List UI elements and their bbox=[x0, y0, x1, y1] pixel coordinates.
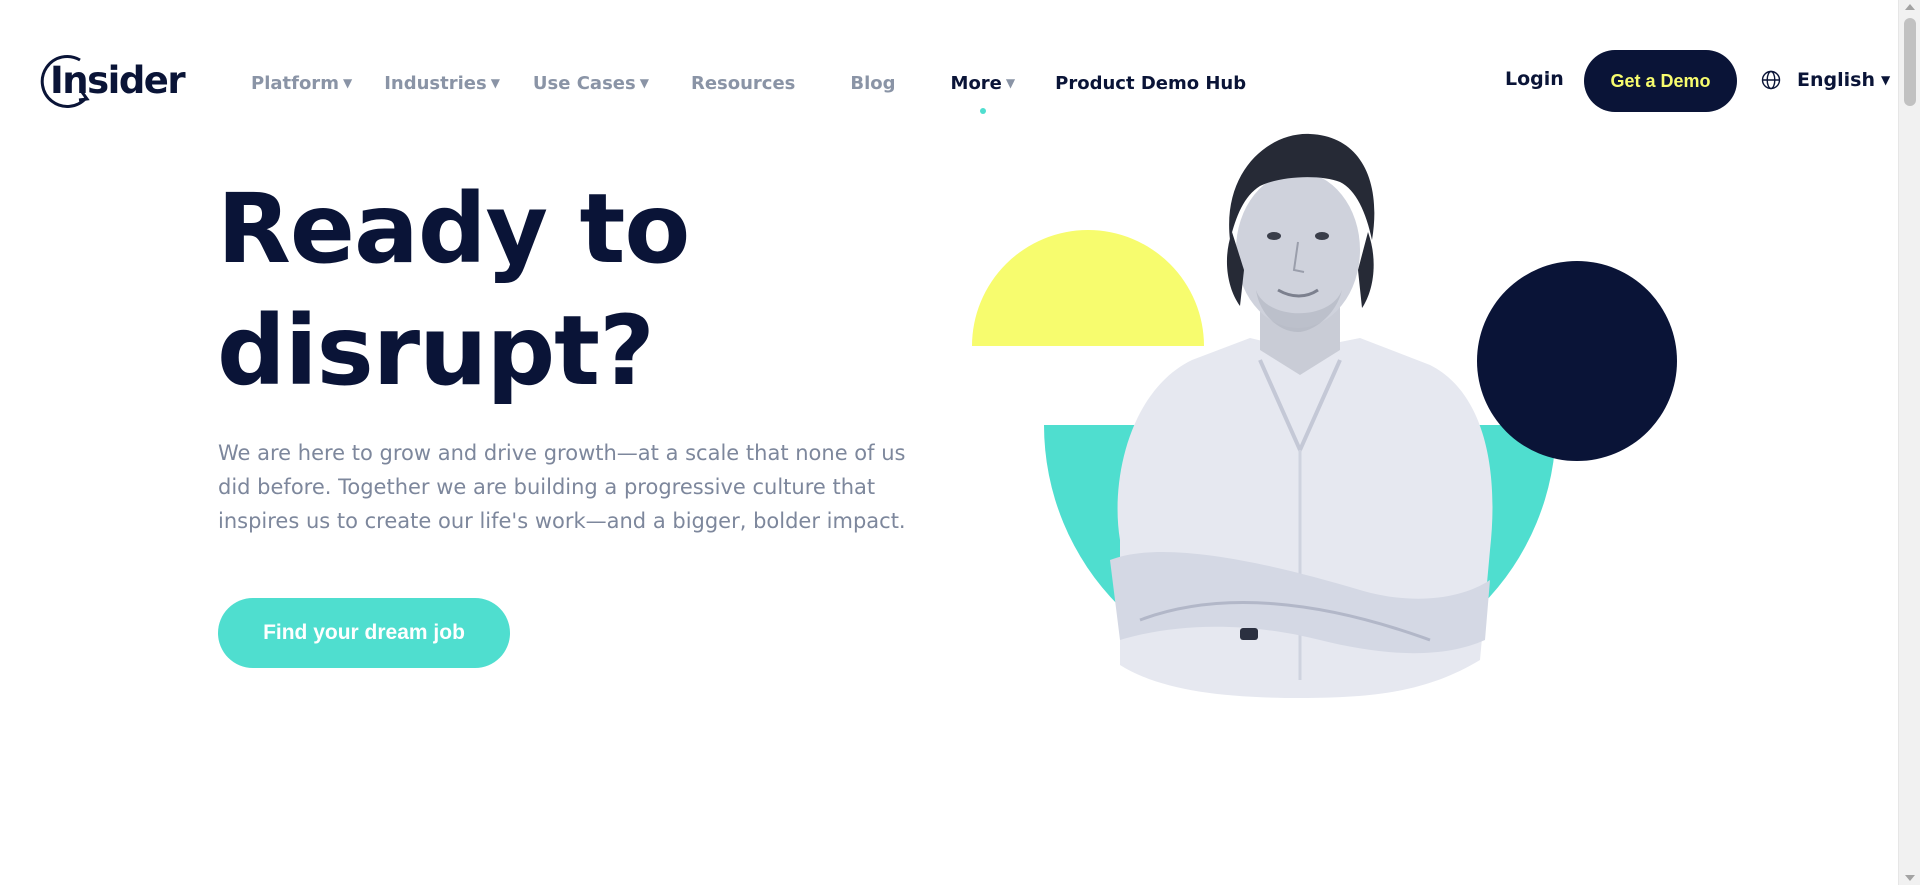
nav-item-label: Platform bbox=[251, 72, 339, 94]
hero-headline: Ready to disrupt? bbox=[217, 168, 937, 412]
nav-item-platform[interactable]: Platform ▼ bbox=[251, 73, 352, 94]
login-link[interactable]: Login bbox=[1505, 68, 1564, 90]
headline-line-2: disrupt? bbox=[217, 295, 655, 407]
nav-item-label: More bbox=[950, 72, 1002, 94]
globe-icon[interactable] bbox=[1761, 70, 1781, 90]
language-selector[interactable]: English ▼ bbox=[1797, 69, 1890, 91]
logo-wordmark: Insider bbox=[50, 59, 186, 102]
language-label: English bbox=[1797, 69, 1875, 91]
nav-item-use-cases[interactable]: Use Cases ▼ bbox=[533, 73, 649, 94]
get-a-demo-button[interactable]: Get a Demo bbox=[1584, 50, 1737, 112]
nav-item-label: Use Cases bbox=[532, 72, 636, 94]
main-nav: Platform ▼ Industries ▼ Use Cases ▼ Reso… bbox=[251, 70, 1246, 96]
page-scrollbar[interactable] bbox=[1898, 0, 1920, 885]
nav-item-label: Blog bbox=[850, 72, 896, 94]
hero-description: We are here to grow and drive growth—at … bbox=[218, 441, 906, 533]
nav-item-resources[interactable]: Resources bbox=[691, 73, 795, 94]
yellow-half-circle bbox=[972, 230, 1204, 346]
nav-item-label: Product Demo Hub bbox=[1055, 72, 1247, 94]
scroll-down-icon[interactable] bbox=[1905, 875, 1915, 881]
nav-item-label: Industries bbox=[384, 72, 487, 94]
navy-circle bbox=[1477, 261, 1677, 461]
nav-item-label: Resources bbox=[690, 72, 796, 94]
caret-down-icon: ▼ bbox=[342, 76, 353, 90]
caret-down-icon: ▼ bbox=[1005, 76, 1016, 90]
nav-item-product-demo-hub[interactable]: Product Demo Hub bbox=[1055, 73, 1246, 94]
scroll-thumb[interactable] bbox=[1904, 18, 1916, 106]
nav-item-blog[interactable]: Blog bbox=[850, 73, 895, 94]
headline-line-1: Ready to bbox=[217, 173, 690, 285]
scroll-up-icon[interactable] bbox=[1905, 4, 1915, 10]
nav-item-more[interactable]: More ▼ bbox=[951, 73, 1016, 94]
caret-down-icon: ▼ bbox=[639, 76, 649, 90]
caret-down-icon: ▼ bbox=[1880, 73, 1891, 87]
caret-down-icon: ▼ bbox=[490, 76, 500, 90]
find-dream-job-button[interactable]: Find your dream job bbox=[218, 598, 510, 668]
person-photo bbox=[1110, 133, 1493, 698]
hero-illustration bbox=[972, 133, 1677, 698]
nav-item-industries[interactable]: Industries ▼ bbox=[384, 73, 500, 94]
